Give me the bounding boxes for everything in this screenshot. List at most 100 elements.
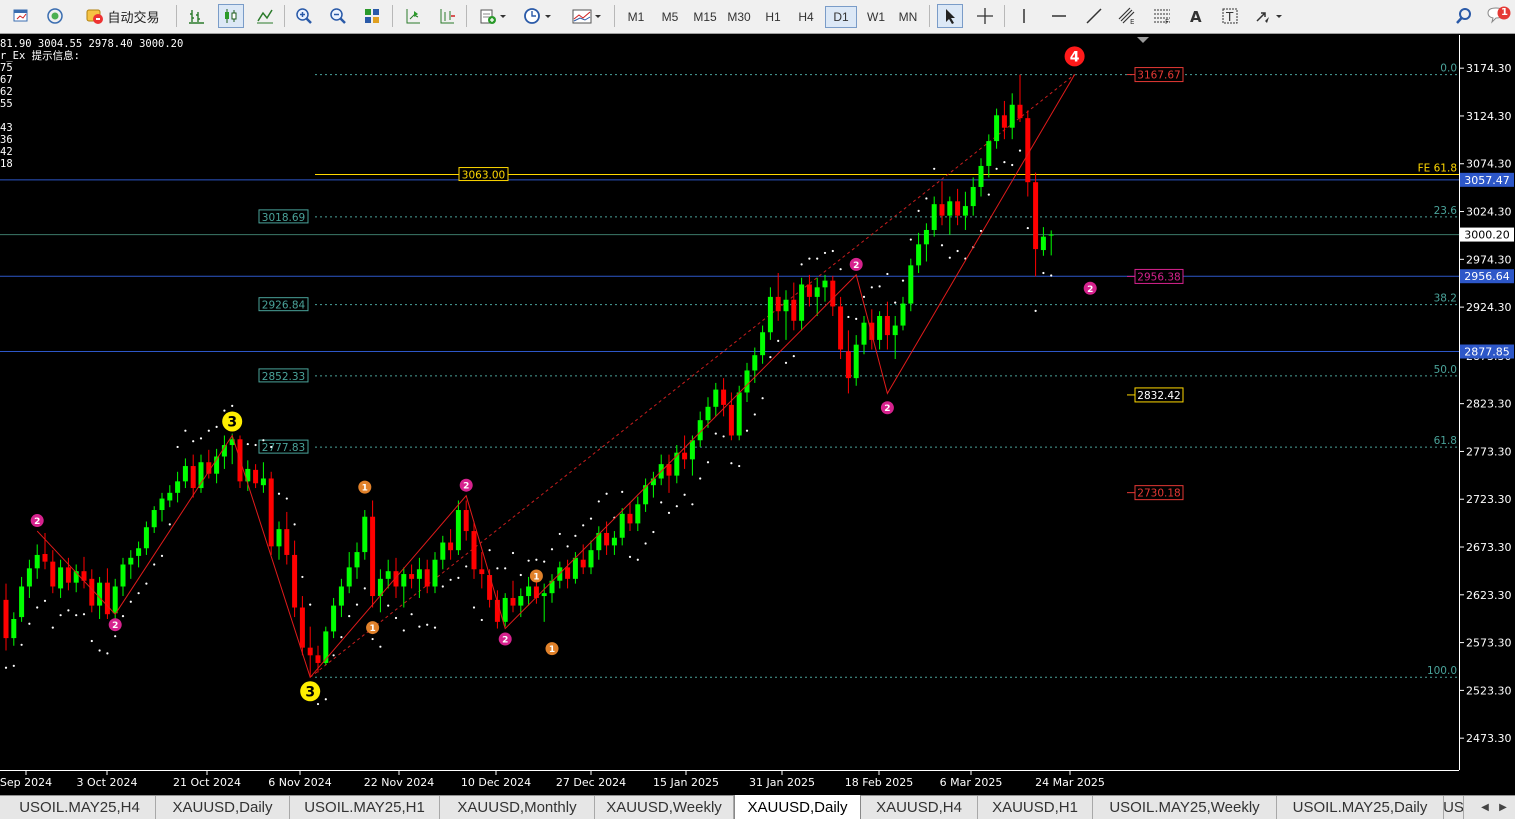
y-tick-label: 2924.30 (1466, 301, 1512, 314)
tab-scroll-right-icon[interactable]: ▶ (1496, 800, 1510, 815)
elliott-wave-label: 2 (502, 636, 508, 646)
auto-scroll-icon[interactable] (400, 4, 426, 28)
bear-candle-body (1025, 118, 1031, 183)
bull-candle-body (455, 510, 461, 551)
vertical-line-icon[interactable] (1011, 4, 1037, 28)
sar-dot (504, 567, 507, 570)
sar-dot (332, 654, 335, 657)
sar-dot (753, 413, 756, 416)
bull-candle-body (853, 344, 859, 379)
zoom-in-icon[interactable] (291, 4, 317, 28)
bear-candle-body (1017, 104, 1023, 119)
chart-canvas[interactable]: 3174.30 3124.30 3074.30 3024.30 2974.30 2924.… (0, 35, 1515, 795)
main-toolbar: 自动交易 M1 M5 M15 M30 H1 H4 D1 W1 MN E F A … (0, 0, 1515, 34)
sar-dot (129, 600, 132, 603)
chart-tab[interactable]: US (1444, 796, 1464, 819)
bull-candle-body (643, 485, 649, 505)
timeframe-mn[interactable]: MN (892, 6, 924, 28)
timeframe-h4[interactable]: H4 (790, 6, 822, 28)
new-profile-icon[interactable] (8, 4, 34, 28)
chart-shift-icon[interactable] (434, 4, 460, 28)
sar-dot (410, 613, 413, 616)
bull-candle-body (58, 567, 64, 589)
timeframe-m30[interactable]: M30 (722, 6, 756, 28)
chart-tab[interactable]: XAUUSD,H4 (861, 796, 978, 819)
auto-trade-button[interactable]: 自动交易 (76, 4, 168, 28)
bar-chart-icon[interactable] (184, 4, 210, 28)
notification-button[interactable]: 1 (1485, 4, 1513, 28)
sar-dot (683, 493, 686, 496)
text-tool-icon[interactable]: A (1183, 4, 1209, 28)
level-label-text: 3018.69 (262, 212, 305, 224)
chart-tab[interactable]: XAUUSD,Daily (156, 796, 290, 819)
tile-windows-icon[interactable] (359, 4, 385, 28)
bull-candle-body (136, 548, 142, 556)
bull-candle-body (588, 550, 594, 568)
sar-dot (449, 578, 452, 581)
chart-tab[interactable]: XAUUSD,Daily (734, 795, 861, 819)
templates-button[interactable] (566, 4, 608, 28)
arrows-button[interactable] (1251, 4, 1289, 28)
signal-icon[interactable] (42, 4, 68, 28)
sar-dot (777, 339, 780, 342)
bear-candle-body (682, 452, 688, 460)
bear-candle-body (580, 559, 586, 568)
sar-dot (597, 500, 600, 503)
x-tick-label: Sep 2024 (0, 776, 52, 789)
y-tick-label: 2523.30 (1466, 684, 1512, 697)
timeframe-m15[interactable]: M15 (688, 6, 722, 28)
elliott-wave-label: 2 (34, 517, 40, 527)
bull-candle-body (159, 498, 165, 511)
elliott-wave-label: 2 (853, 261, 859, 271)
zoom-out-icon[interactable] (325, 4, 351, 28)
timeframe-h1[interactable]: H1 (757, 6, 789, 28)
bear-candle-body (104, 582, 110, 615)
trendline-icon[interactable] (1081, 4, 1107, 28)
chart-tab[interactable]: USOIL.MAY25,H4 (4, 796, 156, 819)
x-tick-label: 15 Jan 2025 (653, 776, 719, 789)
sar-dot (402, 629, 405, 632)
periods-button[interactable] (518, 4, 558, 28)
horizontal-line-icon[interactable] (1046, 4, 1072, 28)
text-label-icon[interactable]: T (1217, 4, 1243, 28)
cursor-icon[interactable] (937, 4, 963, 28)
price-chart[interactable]: 3174.30 3124.30 3074.30 3024.30 2974.30 2924.… (0, 35, 1515, 795)
x-tick-label: 24 Mar 2025 (1035, 776, 1105, 789)
timeframe-m5[interactable]: M5 (654, 6, 686, 28)
chart-tab[interactable]: USOIL.MAY25,Weekly (1093, 796, 1277, 819)
sar-dot (948, 256, 951, 259)
chat-bubble-icon (1487, 6, 1511, 24)
sar-dot (1011, 163, 1014, 167)
crosshair-icon[interactable] (972, 4, 998, 28)
chart-tab[interactable]: USOIL.MAY25,Daily (1277, 796, 1444, 819)
bull-candle-body (151, 510, 157, 528)
bear-candle-body (533, 586, 539, 598)
chart-tab[interactable]: XAUUSD,H1 (978, 796, 1093, 819)
sar-dot (36, 606, 39, 609)
search-icon[interactable] (1451, 4, 1477, 28)
chart-tab[interactable]: USOIL.MAY25,H1 (290, 796, 440, 819)
sar-dot (153, 563, 156, 566)
candlestick-chart-icon[interactable] (218, 4, 244, 28)
chart-tab[interactable]: XAUUSD,Weekly (595, 796, 734, 819)
bull-candle-body (767, 296, 773, 333)
chart-tab[interactable]: XAUUSD,Monthly (440, 796, 595, 819)
bull-candle-body (635, 504, 641, 524)
indicators-button[interactable] (474, 4, 512, 28)
bull-candle-body (1048, 234, 1054, 236)
sar-dot (940, 244, 944, 247)
sar-dot (870, 286, 873, 289)
channel-icon[interactable]: E (1114, 4, 1140, 28)
timeframe-m1[interactable]: M1 (620, 6, 652, 28)
sar-dot (1018, 149, 1022, 152)
line-chart-icon[interactable] (252, 4, 278, 28)
sar-dot (699, 477, 702, 480)
fibonacci-icon[interactable]: F (1149, 4, 1175, 28)
tab-scroll-left-icon[interactable]: ◀ (1478, 800, 1492, 815)
timeframe-d1[interactable]: D1 (825, 6, 857, 28)
y-tick-label: 3024.30 (1466, 206, 1512, 219)
sar-dot (363, 587, 366, 590)
timeframe-w1[interactable]: W1 (860, 6, 892, 28)
bull-candle-body (541, 593, 547, 597)
bear-candle-body (268, 478, 274, 547)
